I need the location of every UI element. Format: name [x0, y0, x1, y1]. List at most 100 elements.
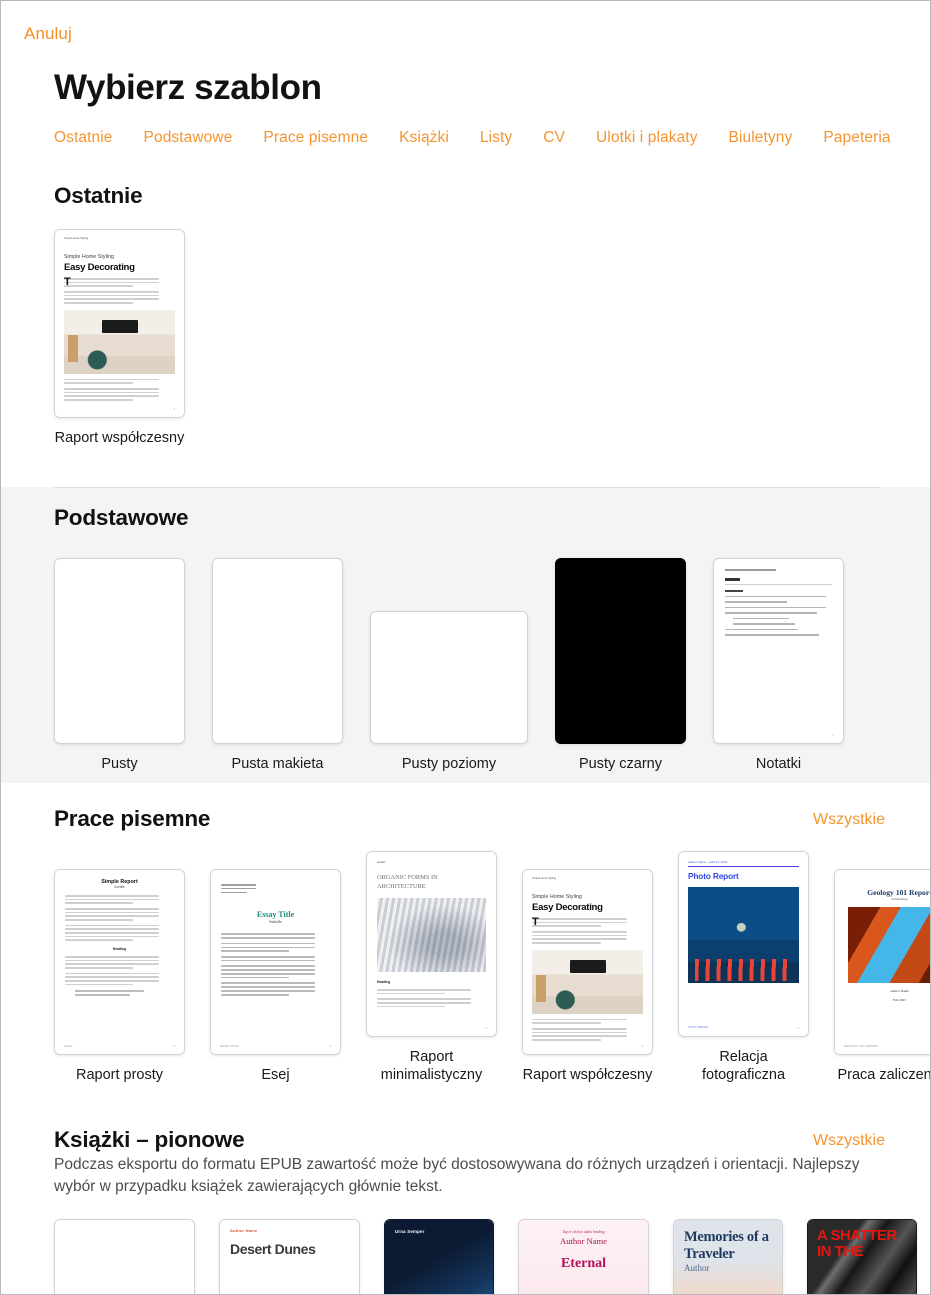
template-thumbnail[interactable]: [212, 558, 343, 744]
doc-page-number: 1: [173, 1044, 175, 1048]
doc-kicker: Simple Home Styling: [532, 877, 557, 880]
template-thumbnail[interactable]: Essay Title Subtitle ESSAY TITLE 1: [210, 869, 341, 1055]
template-tile-relacja-fotograficzna[interactable]: Author Name – April 14, 2022 Photo Repor…: [678, 851, 809, 1084]
book-author: Author Name: [559, 1236, 607, 1246]
doc-page-number: 1: [173, 407, 175, 411]
section-heading-writing: Prace pisemne: [54, 806, 211, 831]
template-thumbnail[interactable]: Simple Home Styling Simple Home Styling …: [522, 869, 653, 1055]
section-heading-books: Książki – pionowe: [54, 1127, 245, 1152]
book-thumbnail[interactable]: Author Name Desert Dunes: [219, 1219, 360, 1294]
template-label: Pusta makieta: [231, 756, 324, 772]
doc-title: Easy Decorating: [532, 902, 603, 913]
basic-template-row: Pusty Pusta makieta Pusty poziomy Pusty …: [54, 555, 844, 773]
doc-page-number: 1: [797, 1026, 799, 1030]
template-label: Praca zaliczeniowa: [837, 1067, 931, 1083]
template-thumbnail[interactable]: [555, 558, 686, 744]
book-tap-hint: Tap or click to add a heading: [562, 1230, 605, 1234]
doc-title: ORGANIC FORMS IN ARCHITECTURE: [377, 874, 438, 890]
doc-kicker: Header: [377, 861, 386, 864]
template-tile-raport-prosty[interactable]: Simple Report Subtitle Heading Footer 1 …: [54, 869, 185, 1084]
doc-meta: Author Name – April 14, 2022: [688, 860, 728, 864]
template-label: Pusty poziomy: [401, 756, 497, 772]
section-writing: Prace pisemne Wszystkie Simple Report Su…: [1, 783, 931, 1101]
template-label: Notatki: [755, 756, 802, 772]
template-label: Raport współczesny: [522, 1067, 653, 1083]
book-tile-desert-dunes[interactable]: Author Name Desert Dunes: [219, 1219, 360, 1294]
template-tile-pusty[interactable]: Pusty: [54, 558, 185, 773]
template-label: Esej: [261, 1067, 290, 1083]
doc-photo: [688, 887, 799, 984]
see-all-writing-link[interactable]: Wszystkie: [813, 811, 885, 829]
template-tile-esej[interactable]: Essay Title Subtitle ESSAY TITLE 1 Esej: [210, 869, 341, 1084]
doc-page-number: 1: [329, 1044, 331, 1048]
doc-heading: Heading: [112, 946, 127, 951]
template-tile-raport-wspolczesny-2[interactable]: Simple Home Styling Simple Home Styling …: [522, 869, 653, 1084]
doc-page-number: 1: [832, 733, 834, 737]
template-tile-pusty-poziomy[interactable]: Pusty poziomy: [370, 611, 528, 773]
doc-eyebrow: Simple Home Styling: [532, 894, 583, 900]
section-heading-recent: Ostatnie: [54, 183, 143, 208]
doc-page-number: 1: [485, 1026, 487, 1030]
doc-photo: [532, 949, 643, 1014]
doc-photo: [64, 309, 175, 374]
see-all-books-link[interactable]: Wszystkie: [813, 1132, 885, 1150]
template-label: Relacja fotograficzna: [701, 1049, 786, 1083]
template-thumbnail[interactable]: Author Name – April 14, 2022 Photo Repor…: [678, 851, 809, 1037]
writing-template-row: Simple Report Subtitle Heading Footer 1 …: [54, 851, 931, 1084]
doc-subtitle: Subheading: [891, 897, 908, 901]
template-thumbnail[interactable]: [54, 558, 185, 744]
book-title: Urna Semper: [395, 1229, 425, 1234]
template-thumbnail[interactable]: Simple Report Subtitle Heading Footer 1: [54, 869, 185, 1055]
book-thumbnail[interactable]: Tap or click to add a heading Author Nam…: [518, 1219, 649, 1294]
section-books: Książki – pionowe Wszystkie Podczas eksp…: [1, 1101, 930, 1294]
doc-subtitle: Subtitle: [114, 885, 125, 889]
doc-footer: Footer: [64, 1044, 73, 1048]
section-recent: Ostatnie Simple Home Styling Simple Home…: [1, 1, 930, 491]
doc-photo: [377, 898, 486, 972]
template-thumbnail[interactable]: Header ORGANIC FORMS IN ARCHITECTURE Hea…: [366, 851, 497, 1037]
doc-dropcap: T: [532, 916, 539, 928]
book-thumbnail[interactable]: [54, 1219, 195, 1294]
doc-caption: [64, 378, 175, 384]
doc-paragraph: [64, 387, 175, 401]
doc-title: Geology 101 Report: [867, 888, 931, 897]
book-thumbnail[interactable]: Urna Semper: [384, 1219, 494, 1294]
doc-meta: [221, 884, 330, 894]
book-title: Desert Dunes: [230, 1241, 316, 1257]
doc-footer: PHOTO REPORT: [688, 1026, 709, 1029]
section-heading-basic: Podstawowe: [54, 505, 189, 530]
doc-paragraph: T: [64, 277, 175, 288]
section-description-books: Podczas eksportu do formatu EPUB zawarto…: [54, 1156, 860, 1195]
template-label: Raport minimalistyczny: [380, 1049, 483, 1083]
doc-eyebrow: Simple Home Styling: [64, 254, 115, 260]
template-label: Pusty: [101, 756, 138, 772]
doc-subtitle: Subtitle: [269, 919, 282, 925]
doc-title: Essay Title: [256, 910, 295, 920]
book-thumbnail[interactable]: Memories of a Traveler Author: [673, 1219, 783, 1294]
book-title: Eternal: [560, 1256, 607, 1271]
book-tile-shatter[interactable]: A SHATTER IN THE: [807, 1219, 917, 1294]
template-tile-praca-zaliczeniowa[interactable]: Geology 101 Report Subheading Author Nam…: [834, 869, 931, 1084]
doc-title: Easy Decorating: [64, 262, 135, 273]
book-thumbnail[interactable]: A SHATTER IN THE: [807, 1219, 917, 1294]
template-thumbnail[interactable]: [370, 611, 528, 744]
template-thumbnail[interactable]: Simple Home Styling Simple Home Styling …: [54, 229, 185, 418]
doc-photo: [848, 907, 930, 983]
template-tile-pusty-czarny[interactable]: Pusty czarny: [555, 558, 686, 773]
recent-template-row: Simple Home Styling Simple Home Styling …: [54, 229, 185, 447]
template-tile-notatki[interactable]: 1 Notatki: [713, 558, 844, 773]
book-tile-memories[interactable]: Memories of a Traveler Author: [673, 1219, 783, 1294]
book-author: Author: [684, 1263, 710, 1273]
template-tile-raport-wspolczesny[interactable]: Simple Home Styling Simple Home Styling …: [54, 229, 185, 447]
template-label: Raport współczesny: [54, 430, 185, 446]
book-tile-urna-semper[interactable]: Urna Semper: [384, 1219, 494, 1294]
note-rule: [725, 584, 832, 585]
template-tile-raport-minimalistyczny[interactable]: Header ORGANIC FORMS IN ARCHITECTURE Hea…: [366, 851, 497, 1084]
book-tile-eternal[interactable]: Tap or click to add a heading Author Nam…: [518, 1219, 649, 1294]
template-tile-pusta-makieta[interactable]: Pusta makieta: [212, 558, 343, 773]
template-chooser-screen: Anuluj Wybierz szablon Ostatnie Podstawo…: [0, 0, 931, 1295]
book-tile-blank[interactable]: [54, 1219, 195, 1294]
template-thumbnail[interactable]: Geology 101 Report Subheading Author Nam…: [834, 869, 931, 1055]
book-title: A SHATTER IN THE: [817, 1227, 897, 1260]
template-thumbnail[interactable]: 1: [713, 558, 844, 744]
